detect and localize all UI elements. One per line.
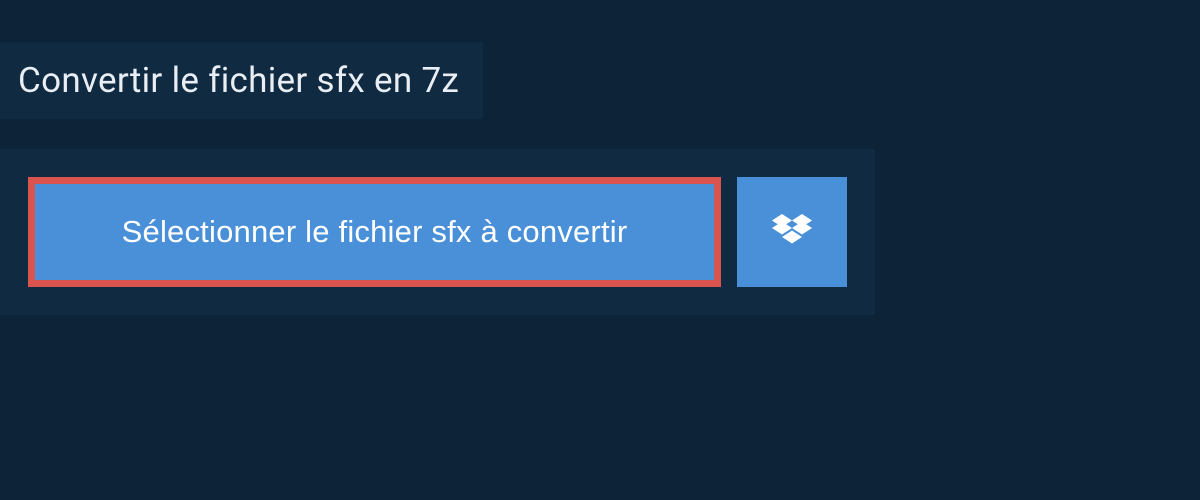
dropbox-icon	[772, 214, 812, 250]
select-file-label: Sélectionner le fichier sfx à convertir	[122, 214, 628, 249]
heading-bar: Convertir le fichier sfx en 7z	[0, 42, 483, 119]
upload-panel: Sélectionner le fichier sfx à convertir	[0, 149, 875, 315]
page-title: Convertir le fichier sfx en 7z	[18, 60, 459, 101]
select-file-button[interactable]: Sélectionner le fichier sfx à convertir	[28, 177, 721, 287]
dropbox-button[interactable]	[737, 177, 847, 287]
